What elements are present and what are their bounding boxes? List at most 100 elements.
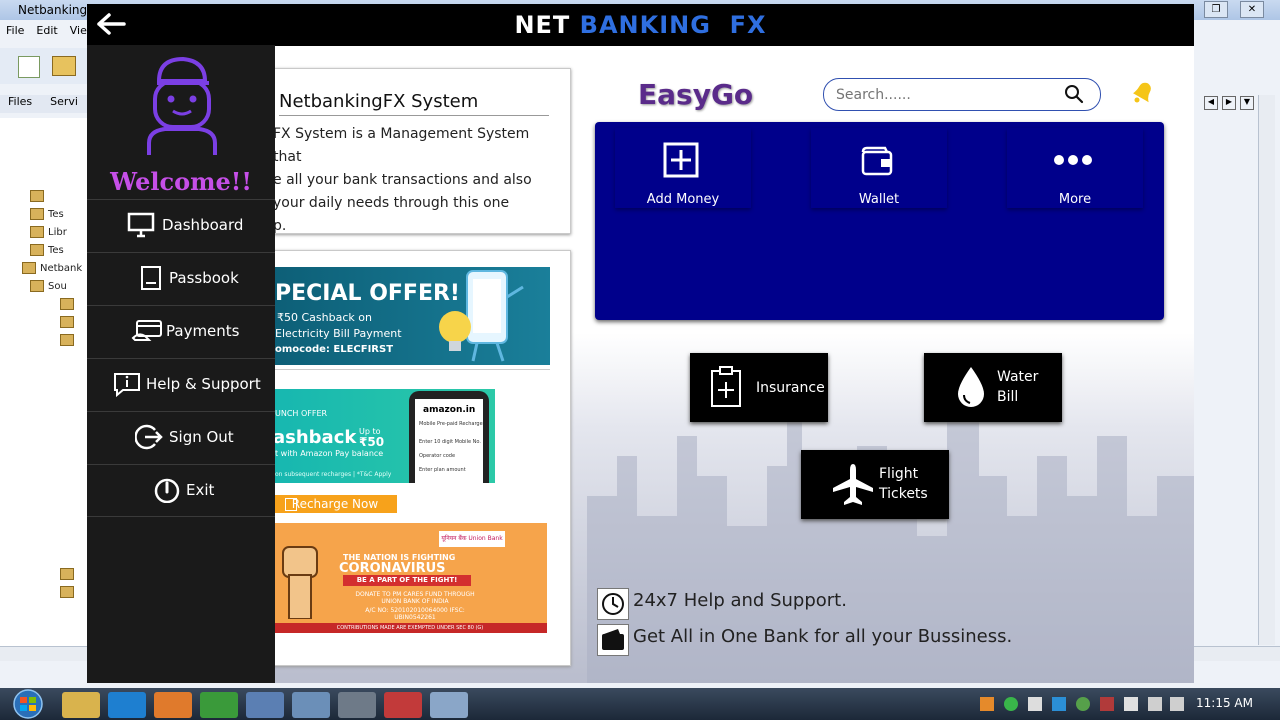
arrow-left-icon[interactable]: ◀ bbox=[1204, 96, 1218, 110]
tree-item[interactable]: Tes bbox=[30, 208, 90, 222]
chrome-icon[interactable] bbox=[200, 692, 238, 718]
tray-status-icon[interactable] bbox=[1004, 697, 1018, 711]
tray-arrows-icon[interactable] bbox=[1124, 697, 1138, 711]
new-file-icon[interactable] bbox=[18, 56, 40, 78]
add-money-label: Add Money bbox=[646, 192, 720, 207]
phone-screen: amazon.in Mobile Pre-paid Recharge Enter… bbox=[415, 399, 483, 483]
electricity-offer-banner[interactable]: PECIAL OFFER! ₹50 Cashback on Electricit… bbox=[273, 267, 550, 365]
offers-card: PECIAL OFFER! ₹50 Cashback on Electricit… bbox=[272, 250, 571, 666]
notification-bell-icon[interactable] bbox=[1129, 78, 1157, 106]
package-icon bbox=[60, 586, 74, 598]
flight-tickets-label: Flight Tickets bbox=[879, 464, 928, 504]
sidebar-item-label: Exit bbox=[186, 481, 215, 499]
search-icon[interactable] bbox=[1064, 84, 1084, 104]
offer2-tag: UNCH OFFER bbox=[275, 409, 328, 418]
java-app-icon[interactable] bbox=[430, 692, 468, 718]
search-input[interactable] bbox=[834, 85, 1058, 105]
app-header: NET BANKING FX bbox=[87, 4, 1194, 46]
sidebar-item-exit[interactable]: Exit bbox=[87, 464, 275, 516]
sidebar-item-label: Passbook bbox=[169, 269, 239, 287]
tab-services[interactable]: Servi bbox=[50, 95, 78, 108]
wallet-tile[interactable]: Wallet bbox=[811, 128, 947, 208]
amazon-cashback-banner[interactable]: UNCH OFFER ashback Up to ₹50 t with Amaz… bbox=[273, 389, 495, 483]
water-label-line1: Water bbox=[997, 369, 1039, 385]
wallet-label: Wallet bbox=[858, 192, 900, 207]
windows-taskbar: 11:15 AM bbox=[0, 688, 1280, 720]
recharge-now-button[interactable]: Recharge Now bbox=[273, 495, 397, 513]
sidebar-item-passbook[interactable]: Passbook bbox=[87, 252, 275, 304]
recharge-now-label: Recharge Now bbox=[291, 497, 379, 511]
about-line-2: e all your bank transactions and also bbox=[273, 172, 532, 188]
about-line-1: FX System is a Management System that bbox=[273, 126, 530, 165]
sidebar-item-payments[interactable]: Payments bbox=[87, 305, 275, 357]
tab-files[interactable]: Files bbox=[8, 95, 32, 108]
ide-panel-tabs: Files Servi bbox=[0, 95, 88, 113]
airplane-icon bbox=[833, 464, 873, 505]
offer3-line2: CORONAVIRUS bbox=[339, 561, 446, 576]
offer3-line3: BE A PART OF THE FIGHT! bbox=[343, 575, 471, 586]
phone-mockup: amazon.in Mobile Pre-paid Recharge Enter… bbox=[409, 391, 489, 483]
help-support-text: 24x7 Help and Support. bbox=[633, 590, 847, 611]
clipboard-plus-icon bbox=[711, 366, 741, 407]
ide-menubar: File Edit View bbox=[0, 24, 96, 42]
notepad-icon[interactable] bbox=[246, 692, 284, 718]
ide-vertical-scrollbar[interactable] bbox=[1258, 95, 1275, 645]
offer2-amount: ₹50 bbox=[359, 435, 385, 449]
water-bill-button[interactable]: Water Bill bbox=[924, 353, 1062, 422]
water-bill-label: Water Bill bbox=[997, 367, 1038, 407]
insurance-button[interactable]: Insurance bbox=[690, 353, 828, 422]
more-tile[interactable]: More bbox=[1007, 128, 1143, 208]
menu-edit[interactable]: Edit bbox=[36, 24, 57, 37]
arrow-right-icon[interactable]: ▶ bbox=[1222, 96, 1236, 110]
database-icon[interactable] bbox=[338, 692, 376, 718]
corona-donation-banner[interactable]: यूनियन बैंक Union Bank THE NATION IS FIG… bbox=[273, 523, 547, 633]
add-money-tile[interactable]: Add Money bbox=[615, 128, 751, 208]
app-title: NET BANKING FX bbox=[87, 11, 1194, 39]
all-in-one-text: Get All in One Bank for all your Bussine… bbox=[633, 626, 1013, 647]
dropdown-icon[interactable]: ▼ bbox=[1240, 96, 1254, 110]
tray-display-icon[interactable] bbox=[1052, 697, 1066, 711]
app-title-banking: BANKING FX bbox=[579, 11, 767, 39]
tray-network-icon[interactable] bbox=[1076, 697, 1090, 711]
insurance-label: Insurance bbox=[756, 380, 825, 396]
offer1-line2: Electricity Bill Payment bbox=[275, 327, 402, 340]
project-icon bbox=[22, 262, 36, 274]
tray-tool-icon[interactable] bbox=[1028, 697, 1042, 711]
ide-project-tree: Tes Libr Tes Netbanki Sou bbox=[0, 118, 88, 648]
file-explorer-icon[interactable] bbox=[62, 692, 100, 718]
sidebar-item-help-support[interactable]: Help & Support bbox=[87, 358, 275, 410]
restore-icon[interactable]: ❐ bbox=[1204, 1, 1228, 18]
tree-item[interactable] bbox=[30, 190, 90, 204]
recorder-icon[interactable] bbox=[384, 692, 422, 718]
tree-item[interactable]: Sou bbox=[30, 280, 90, 294]
sidebar-item-dashboard[interactable]: Dashboard bbox=[87, 199, 275, 251]
phone-line4: Enter plan amount bbox=[419, 467, 466, 473]
tree-item[interactable]: Libr bbox=[30, 226, 90, 240]
tray-flag-icon[interactable] bbox=[1148, 697, 1162, 711]
flight-tickets-button[interactable]: Flight Tickets bbox=[801, 450, 949, 519]
offer-divider bbox=[273, 369, 550, 370]
wallet-icon bbox=[861, 146, 893, 176]
tray-app-icon[interactable] bbox=[980, 697, 994, 711]
media-player-icon[interactable] bbox=[154, 692, 192, 718]
sidebar-item-sign-out[interactable]: Sign Out bbox=[87, 411, 275, 463]
tray-language-icon[interactable] bbox=[1100, 697, 1114, 711]
package-icon bbox=[60, 316, 74, 328]
sign-out-icon bbox=[135, 424, 163, 450]
about-line-4: p. bbox=[273, 218, 287, 234]
tree-item[interactable]: Tes bbox=[30, 244, 90, 258]
volume-icon[interactable] bbox=[1170, 697, 1184, 711]
folder-icon bbox=[30, 226, 44, 238]
start-button-icon[interactable] bbox=[2, 688, 54, 720]
clock-time[interactable]: 11:15 AM bbox=[1196, 696, 1253, 710]
ide-window-controls: ❐ ✕ bbox=[1200, 0, 1280, 18]
flight-label-line1: Flight bbox=[879, 466, 919, 482]
menu-file[interactable]: File bbox=[6, 24, 24, 37]
new-project-icon[interactable] bbox=[52, 56, 76, 76]
close-icon[interactable]: ✕ bbox=[1240, 1, 1264, 18]
internet-explorer-icon[interactable] bbox=[108, 692, 146, 718]
sidebar-item-label: Dashboard bbox=[162, 216, 244, 234]
tree-item[interactable]: Netbanki bbox=[22, 262, 82, 276]
virtualbox-icon[interactable] bbox=[292, 692, 330, 718]
passbook-icon bbox=[141, 266, 161, 290]
